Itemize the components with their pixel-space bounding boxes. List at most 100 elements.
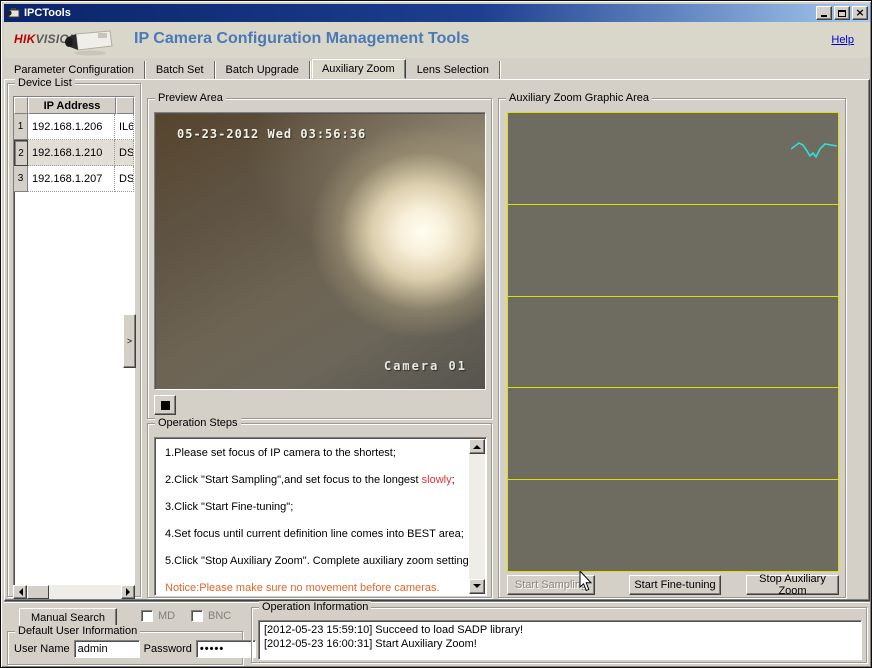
stop-auxiliary-zoom-button[interactable]: Stop Auxiliary Zoom [746,575,839,595]
close-icon: × [855,7,864,18]
row-number: 2 [14,140,28,166]
step-3: 3.Click "Start Fine-tuning"; [165,501,465,513]
password-input[interactable] [196,640,256,658]
scroll-left-button[interactable] [13,585,27,599]
operation-steps-scrollbar[interactable] [469,439,485,594]
tab-lens-selection[interactable]: Lens Selection [408,61,500,79]
md-checkbox-wrap: MD [141,610,175,622]
definition-line-waveform [791,139,838,163]
step-2-text: 2.Click "Start Sampling",and set focus t… [165,474,422,486]
default-user-group-label: Default User Information [15,625,140,637]
model-cell: DS2 [115,166,134,192]
password-label: Password [144,643,192,655]
preview-timestamp: 05-23-2012 Wed 03:56:36 [177,127,366,141]
auxiliary-zoom-graphic-group: Auxiliary Zoom Graphic Area Start Sampli… [498,98,846,598]
triangle-up-icon [473,441,481,449]
default-user-group: Default User Information User Name Passw… [7,631,243,665]
device-list-group-label: Device List [15,77,75,89]
scroll-right-button[interactable] [121,585,135,599]
operation-steps-text: 1.Please set focus of IP camera to the s… [156,439,469,594]
preview-camera-label: Camera 01 [384,359,467,373]
triangle-right-icon [126,588,134,596]
graph-band-1 [507,112,839,205]
operation-log: [2012-05-23 15:59:10] Succeed to load SA… [258,620,862,660]
device-list-expander-button[interactable]: > [123,314,136,368]
auxiliary-zoom-canvas [507,112,839,572]
app-header: HIKVISION IP Camera Configuration Manage… [4,22,870,58]
minimize-button[interactable] [816,6,832,20]
auxiliary-zoom-group-label: Auxiliary Zoom Graphic Area [506,92,652,104]
md-checkbox[interactable] [141,610,153,622]
app-icon [6,7,20,19]
device-table-header: IP Address [14,97,134,114]
help-link[interactable]: Help [831,34,854,46]
start-sampling-button[interactable]: Start Sampling [507,575,595,595]
app-window: IPCTools × HIKVISION IP Camera Configura… [0,0,872,668]
model-cell: DS- [115,140,134,166]
start-fine-tuning-button[interactable]: Start Fine-tuning [629,575,721,595]
model-header[interactable] [116,97,134,114]
log-line: [2012-05-23 16:00:31] Start Auxiliary Zo… [264,637,856,651]
scrollbar-thumb[interactable] [27,585,49,599]
maximize-icon [838,10,846,17]
row-number: 3 [14,166,28,192]
preview-area-group: Preview Area 05-23-2012 Wed 03:56:36 Cam… [147,98,492,419]
step-1: 1.Please set focus of IP camera to the s… [165,447,465,459]
step-2: 2.Click "Start Sampling",and set focus t… [165,474,465,486]
title-bar[interactable]: IPCTools × [4,4,870,22]
device-list-horizontal-scrollbar[interactable] [13,585,135,599]
operation-steps-textbox: 1.Please set focus of IP camera to the s… [154,437,487,596]
username-label: User Name [14,643,70,655]
graph-band-2 [507,204,839,297]
tab-strip: Parameter Configuration Batch Set Batch … [5,59,869,79]
bnc-checkbox-wrap: BNC [191,610,231,622]
ip-address-cell: 192.168.1.210 [28,140,115,166]
camera-preview-image: 05-23-2012 Wed 03:56:36 Camera 01 [154,112,486,390]
table-row[interactable]: 1 192.168.1.206 IL6( [14,114,134,140]
tab-batch-set[interactable]: Batch Set [147,61,215,79]
ip-address-header[interactable]: IP Address [28,97,116,114]
step-2-highlight: slowly [422,474,452,486]
bnc-checkbox[interactable] [191,610,203,622]
step-2-suffix: ; [452,474,455,486]
device-list-group: Device List IP Address 1 192.168.1.206 I… [7,83,141,597]
username-input[interactable] [74,640,140,658]
close-button[interactable]: × [852,6,868,20]
page-title: IP Camera Configuration Management Tools [134,30,469,48]
triangle-down-icon [473,584,481,592]
graph-band-3 [507,296,839,389]
ip-address-cell: 192.168.1.207 [28,166,115,192]
maximize-button[interactable] [834,6,850,20]
ip-address-cell: 192.168.1.206 [28,114,115,140]
model-cell: IL6( [115,114,134,140]
operation-steps-group-label: Operation Steps [155,417,241,429]
stop-preview-button[interactable] [154,395,176,415]
table-row[interactable]: 3 192.168.1.207 DS2 [14,166,134,192]
scroll-up-button[interactable] [469,439,485,454]
table-row-selected[interactable]: 2 192.168.1.210 DS- [14,140,134,166]
row-number-header[interactable] [14,97,28,114]
bottom-divider [4,601,870,603]
operation-information-group: Operation Information [2012-05-23 15:59:… [251,607,867,663]
log-line: [2012-05-23 15:59:10] Succeed to load SA… [264,623,856,637]
logo-text-red: HIK [14,32,36,46]
tab-batch-upgrade[interactable]: Batch Upgrade [217,61,310,79]
device-table: IP Address 1 192.168.1.206 IL6( 2 192.16… [13,96,135,596]
step-4: 4.Set focus until current definition lin… [165,528,465,540]
graph-band-5 [507,479,839,572]
notice-line-1: Notice:Please make sure no movement befo… [165,582,465,594]
bnc-checkbox-label: BNC [208,610,231,622]
operation-information-group-label: Operation Information [259,601,371,613]
window-title: IPCTools [24,7,71,19]
tab-auxiliary-zoom[interactable]: Auxiliary Zoom [312,59,406,79]
operation-steps-group: Operation Steps 1.Please set focus of IP… [147,423,492,598]
triangle-left-icon [15,588,23,596]
md-checkbox-label: MD [158,610,175,622]
preview-area-group-label: Preview Area [155,92,226,104]
graph-band-4 [507,387,839,480]
stop-icon [161,401,170,410]
row-number: 1 [14,114,28,140]
camera-image [60,26,118,56]
scroll-down-button[interactable] [469,579,485,594]
step-5: 5.Click "Stop Auxiliary Zoom". Complete … [165,555,465,567]
